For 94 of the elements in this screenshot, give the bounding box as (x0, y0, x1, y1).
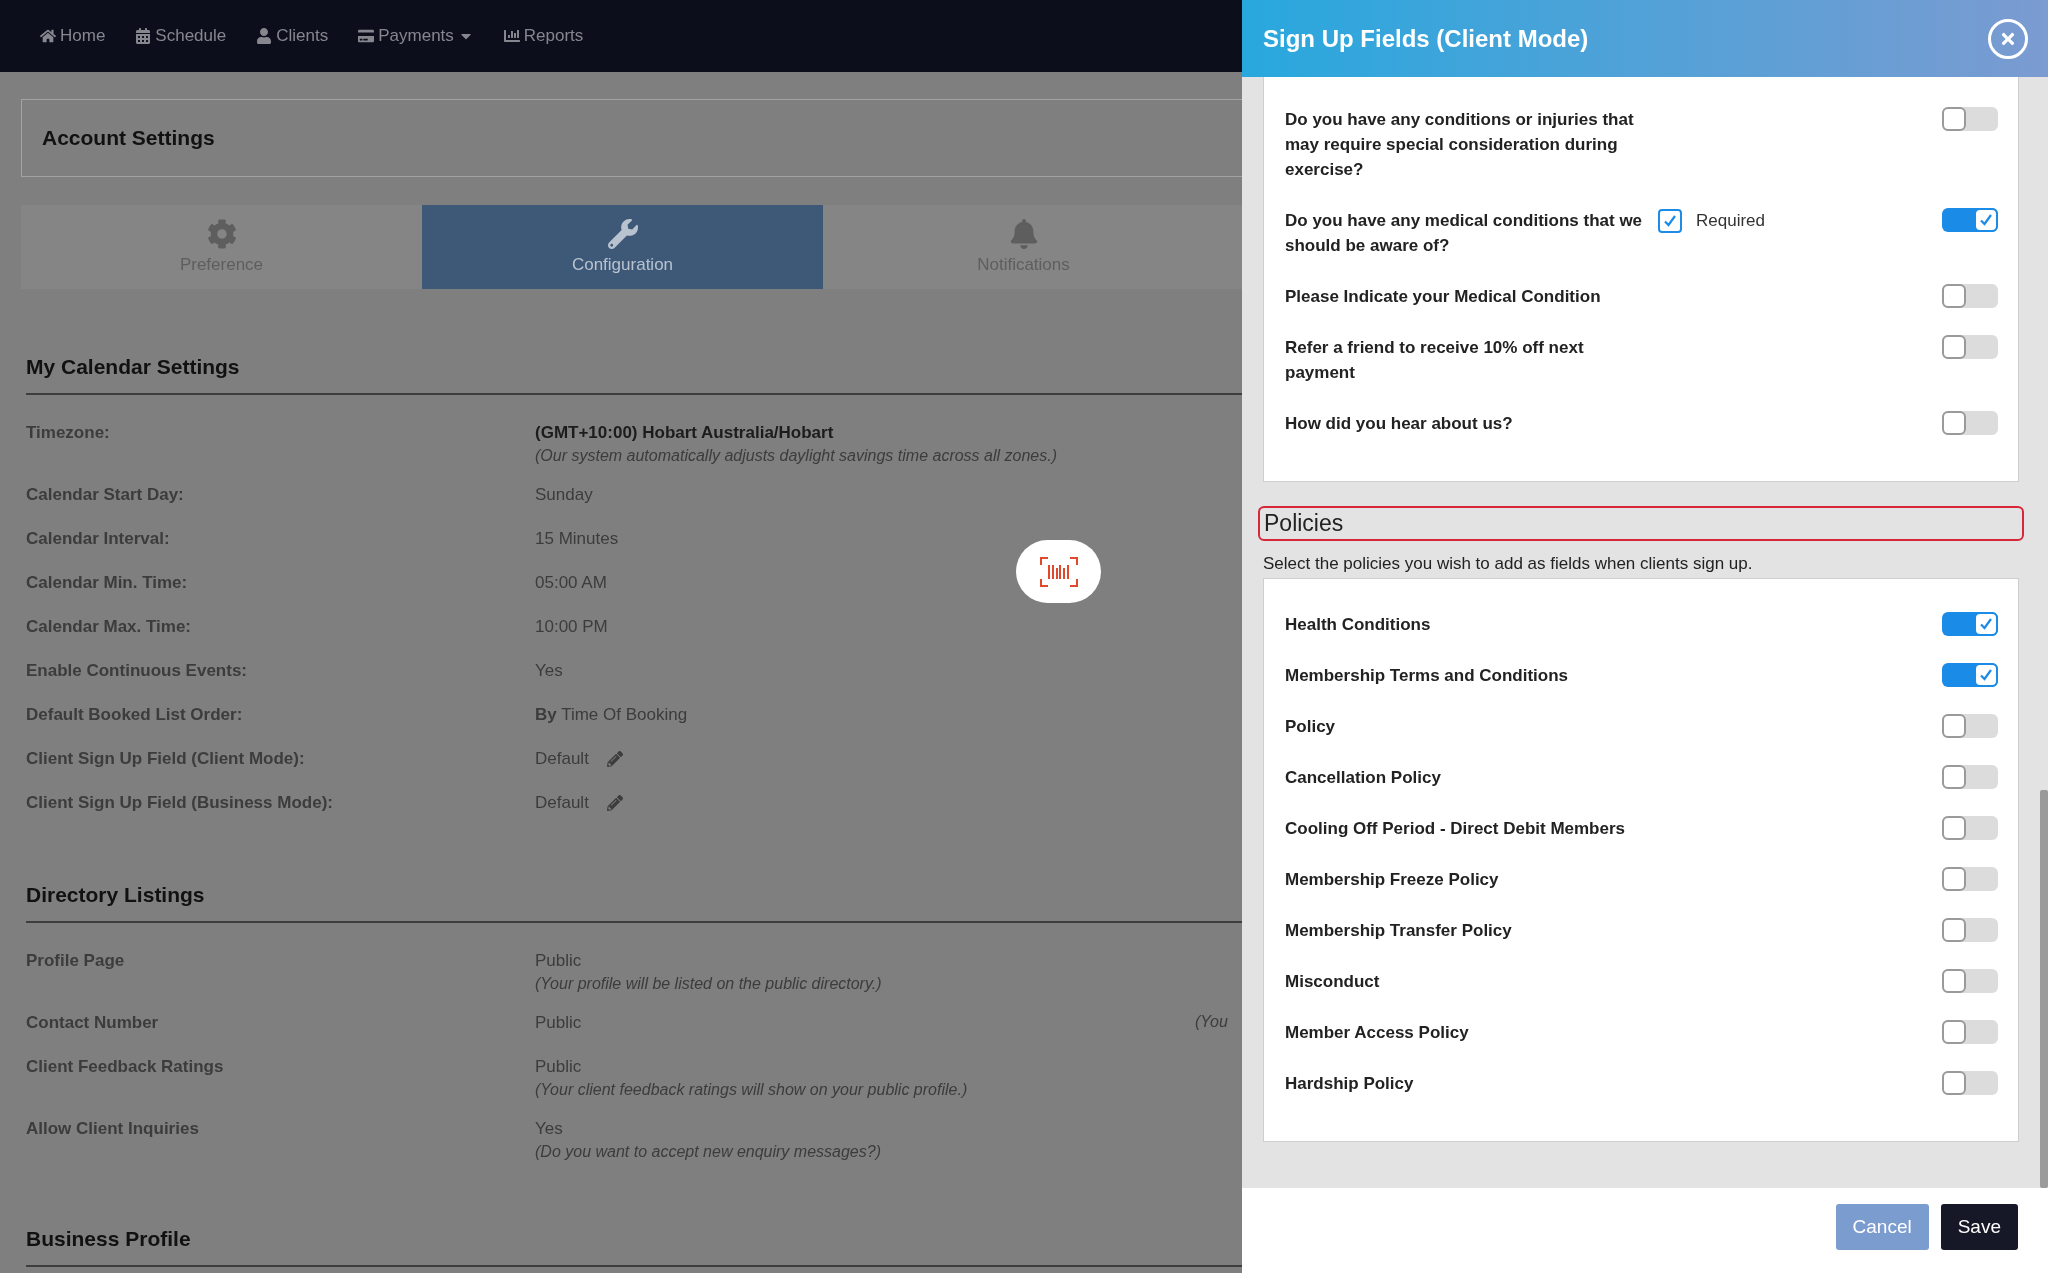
nav-link[interactable]: Clients (256, 26, 329, 46)
policy-label: Cancellation Policy (1285, 767, 1442, 789)
setting-value: Sunday (535, 485, 593, 505)
policy-label: Policy (1285, 716, 1337, 738)
bell-icon (1008, 219, 1039, 249)
policy-label: Membership Transfer Policy (1285, 920, 1513, 942)
toggle-switch[interactable] (1942, 867, 1998, 891)
setting-value: (GMT+10:00) Hobart Australia/Hobart (535, 423, 834, 443)
setting-value: By Time Of Booking (535, 705, 688, 725)
setting-label: Calendar Interval: (26, 529, 171, 549)
settings-tab[interactable]: Configuration (422, 205, 823, 289)
toggle-switch[interactable] (1942, 284, 1998, 308)
toggle-switch[interactable] (1942, 969, 1998, 993)
setting-value: Public (535, 1057, 582, 1077)
field-label: Refer a friend to receive 10% off next payment (1285, 337, 1585, 384)
setting-label: Calendar Max. Time: (26, 617, 193, 637)
policy-label: Membership Freeze Policy (1285, 869, 1500, 891)
check-icon (1663, 213, 1677, 228)
setting-value: Yes (535, 1119, 563, 1139)
setting-label: Client Sign Up Field (Client Mode): (26, 749, 306, 769)
field-label: How did you hear about us? (1285, 413, 1514, 435)
section-heading: Business Profile (26, 1227, 191, 1250)
toggle-switch[interactable] (1942, 1020, 1998, 1044)
setting-value: Yes (535, 661, 563, 681)
field-label: Do you have any medical conditions that we should be aware of? (1285, 210, 1644, 257)
home-icon (40, 28, 56, 44)
setting-label: Profile Page (26, 951, 126, 971)
nav-link[interactable]: Home (40, 26, 106, 46)
pencil-icon[interactable] (606, 751, 623, 767)
setting-label: Default Booked List Order: (26, 705, 244, 725)
toggle-switch[interactable] (1942, 335, 1998, 359)
setting-value: 10:00 PM (535, 617, 608, 637)
close-button[interactable] (1988, 18, 2028, 59)
bar-chart-icon (503, 28, 520, 44)
check-icon (1979, 213, 1993, 227)
setting-label: Calendar Start Day: (26, 485, 185, 505)
toggle-switch[interactable] (1942, 714, 1998, 738)
check-icon (1979, 617, 1993, 631)
setting-label: Contact Number (26, 1013, 160, 1033)
policy-label: Cooling Off Period - Direct Debit Members (1285, 818, 1627, 840)
barcode-icon (1039, 556, 1078, 587)
nav-link[interactable]: Reports (503, 26, 584, 46)
setting-value: Public (535, 951, 582, 971)
toggle-switch[interactable] (1942, 208, 1998, 232)
setting-label: Calendar Min. Time: (26, 573, 189, 593)
policy-label: Misconduct (1285, 971, 1381, 993)
section-heading: Directory Listings (26, 883, 205, 906)
panel-title: Sign Up Fields (Client Mode) (1263, 24, 1589, 53)
nav-link[interactable]: Schedule (135, 26, 227, 46)
policy-label: Hardship Policy (1285, 1073, 1415, 1095)
setting-label: Enable Continuous Events: (26, 661, 249, 681)
field-label: Please Indicate your Medical Condition (1285, 286, 1602, 308)
policy-label: Health Conditions (1285, 614, 1432, 636)
calendar-icon (135, 28, 152, 44)
setting-value: 05:00 AM (535, 573, 607, 593)
toggle-switch[interactable] (1942, 918, 1998, 942)
field-label: Do you have any conditions or injuries that may require special consideration during exercise? (1285, 109, 1635, 181)
setting-label: Client Feedback Ratings (26, 1057, 225, 1077)
wrench-icon (607, 219, 638, 249)
nav-link[interactable]: Payments (358, 26, 474, 46)
setting-value: Public (535, 1013, 582, 1033)
page-title: Account Settings (42, 126, 215, 150)
check-icon (1979, 668, 1993, 682)
setting-note: (Do you want to accept new enquiry messages?) (535, 1143, 882, 1161)
setting-value: Default (535, 793, 589, 813)
setting-note: (Your client feedback ratings will show on your public profile.) (535, 1081, 969, 1099)
setting-label: Timezone: (26, 423, 111, 443)
setting-note: (Our system automatically adjusts daylight savings time across all zones.) (535, 447, 1058, 465)
policy-label: Membership Terms and Conditions (1285, 665, 1570, 687)
setting-value: 15 Minutes (535, 529, 619, 549)
cancel-button[interactable]: Cancel (1835, 1203, 1929, 1250)
pencil-icon[interactable] (606, 795, 623, 811)
toggle-switch[interactable] (1942, 1071, 1998, 1095)
setting-label: Client Sign Up Field (Business Mode): (26, 793, 334, 813)
setting-note: (You (1195, 1013, 1228, 1032)
toggle-switch[interactable] (1942, 765, 1998, 789)
policy-label: Member Access Policy (1285, 1022, 1470, 1044)
toggle-switch[interactable] (1942, 107, 1998, 131)
toggle-switch[interactable] (1942, 411, 1998, 435)
setting-value: Default (535, 749, 589, 769)
toggle-switch[interactable] (1942, 663, 1998, 687)
required-label: Required (1696, 210, 1765, 231)
gear-icon (206, 219, 237, 249)
setting-label: Allow Client Inquiries (26, 1119, 200, 1139)
policies-title: Policies (1264, 510, 1344, 537)
toggle-switch[interactable] (1942, 816, 1998, 840)
section-heading: My Calendar Settings (26, 355, 240, 378)
required-checkbox[interactable] (1658, 208, 1682, 233)
user-icon (256, 28, 273, 44)
toggle-switch[interactable] (1942, 612, 1998, 636)
save-button[interactable]: Save (1940, 1203, 2018, 1250)
credit-card-icon (358, 28, 375, 44)
policies-description: Select the policies you wish to add as fields when clients sign up. (1263, 554, 1754, 574)
setting-note: (Your profile will be listed on the public directory.) (535, 975, 883, 993)
